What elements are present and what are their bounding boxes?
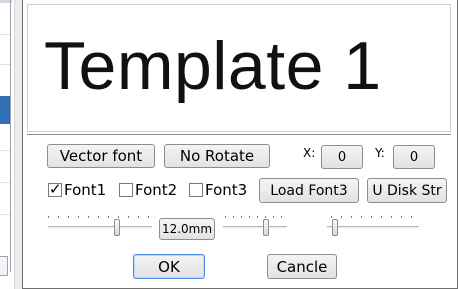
font3-label: Font3 bbox=[205, 181, 248, 199]
udisk-string-button[interactable]: U Disk Str bbox=[367, 178, 447, 203]
text-preview-area: Template 1 bbox=[27, 4, 451, 132]
load-font3-button[interactable]: Load Font3 bbox=[259, 178, 359, 203]
font1-checkbox[interactable]: ✓ Font1 bbox=[48, 180, 107, 199]
font1-label: Font1 bbox=[64, 181, 107, 199]
background-window-edge bbox=[10, 0, 11, 272]
slider-handle[interactable] bbox=[114, 219, 120, 236]
font-height-slider[interactable] bbox=[223, 216, 287, 236]
list-row-divider bbox=[0, 64, 10, 65]
char-spacing-slider[interactable] bbox=[327, 216, 419, 236]
slider-track bbox=[327, 226, 419, 228]
check-icon: ✓ bbox=[49, 180, 62, 198]
slider-ticks bbox=[327, 216, 419, 220]
ok-button[interactable]: OK bbox=[133, 254, 205, 279]
slider-track bbox=[223, 226, 287, 228]
cancel-button[interactable]: Cancle bbox=[267, 254, 337, 279]
slider-track bbox=[48, 226, 152, 228]
list-row-divider bbox=[0, 182, 10, 183]
font-settings-dialog: Template 1 Vector font No Rotate X: 0 Y:… bbox=[22, 0, 458, 289]
background-window-strip bbox=[0, 0, 12, 289]
selected-list-row[interactable] bbox=[0, 96, 10, 124]
y-label: Y: bbox=[375, 146, 385, 160]
checkbox-box[interactable] bbox=[189, 183, 203, 197]
rotate-button[interactable]: No Rotate bbox=[164, 144, 270, 168]
x-position-field[interactable]: 0 bbox=[321, 145, 363, 169]
slider-ticks bbox=[223, 216, 287, 220]
font2-checkbox[interactable]: Font2 bbox=[119, 181, 177, 199]
font2-label: Font2 bbox=[135, 181, 178, 199]
preview-text: Template 1 bbox=[44, 28, 382, 104]
checkbox-box[interactable]: ✓ bbox=[48, 180, 62, 198]
font-size-value[interactable]: 12.0mm bbox=[159, 218, 215, 240]
background-window-button[interactable] bbox=[0, 256, 8, 276]
window-separator bbox=[14, 0, 22, 289]
divider bbox=[27, 134, 451, 135]
font3-checkbox[interactable]: Font3 bbox=[189, 181, 247, 199]
slider-handle[interactable] bbox=[332, 219, 338, 236]
font-width-slider[interactable] bbox=[48, 216, 152, 236]
font-type-button[interactable]: Vector font bbox=[47, 144, 155, 168]
checkbox-box[interactable] bbox=[119, 183, 133, 197]
slider-ticks bbox=[48, 216, 152, 220]
list-row-divider bbox=[0, 150, 10, 151]
y-position-field[interactable]: 0 bbox=[393, 145, 435, 169]
x-label: X: bbox=[303, 146, 316, 160]
list-row-divider bbox=[0, 34, 10, 35]
slider-handle[interactable] bbox=[263, 219, 269, 236]
list-row-divider bbox=[0, 214, 10, 215]
